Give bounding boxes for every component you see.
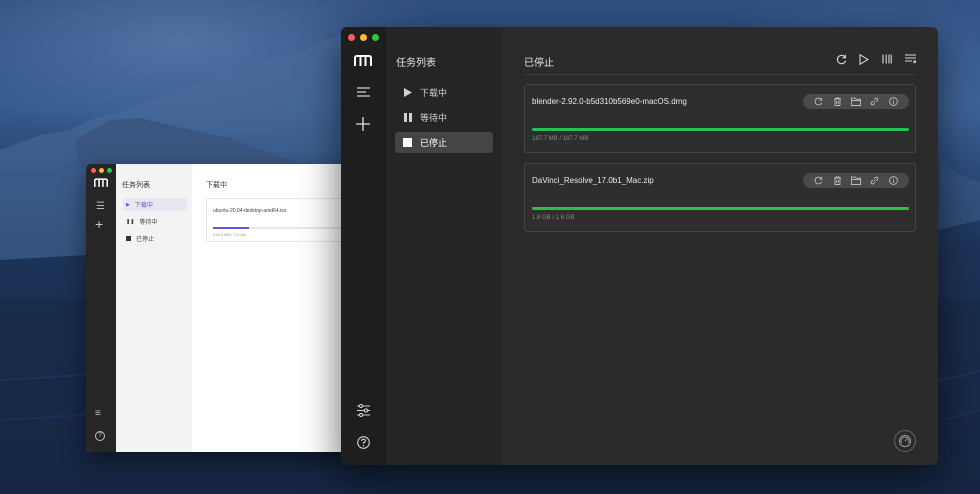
nav-title: 任务列表 bbox=[122, 182, 150, 189]
task-size: 187.7 MB / 187.7 MB bbox=[532, 136, 589, 142]
task-card[interactable]: DaVinci_Resolve_17.0b1_Mac.zip 1.6 GB / … bbox=[524, 163, 916, 232]
background-app-window[interactable]: ☰ + ≡ ? 任务列表 ▶ 下载中 ❚❚ 等待中 已停止 下载中 ubuntu… bbox=[86, 164, 376, 452]
task-progress-fill bbox=[213, 227, 249, 229]
traffic-lights bbox=[348, 34, 379, 41]
page-title: 已停止 bbox=[524, 58, 554, 69]
minimize-button[interactable] bbox=[360, 34, 367, 41]
purge-records-button[interactable] bbox=[904, 53, 916, 65]
sliders-icon bbox=[356, 403, 370, 417]
background-window-rail: ☰ + ≡ ? bbox=[86, 164, 116, 452]
speedometer-icon bbox=[898, 434, 912, 448]
nav-item-label: 等待中 bbox=[420, 113, 448, 123]
speedometer-button[interactable] bbox=[894, 430, 916, 452]
task-card[interactable]: blender-2.92.0-b5d310b569e0-macOS.dmg 18… bbox=[524, 84, 916, 153]
help-button[interactable] bbox=[352, 432, 374, 452]
motrix-logo-icon bbox=[94, 178, 108, 187]
restart-icon[interactable] bbox=[813, 97, 823, 107]
task-progress-fill bbox=[532, 128, 909, 131]
close-button[interactable] bbox=[91, 168, 96, 173]
resume-all-button[interactable] bbox=[858, 53, 870, 65]
task-actions bbox=[803, 94, 909, 109]
plus-icon bbox=[356, 117, 370, 131]
info-icon[interactable] bbox=[889, 97, 899, 107]
info-icon[interactable] bbox=[889, 176, 899, 186]
restart-icon[interactable] bbox=[813, 176, 823, 186]
play-icon: ▶ bbox=[126, 201, 130, 208]
pause-icon: ❚❚ bbox=[126, 218, 135, 225]
plus-icon[interactable]: + bbox=[95, 217, 103, 231]
nav-item-label: 下载中 bbox=[134, 203, 153, 209]
motrix-logo-icon[interactable] bbox=[354, 55, 372, 67]
close-button[interactable] bbox=[348, 34, 355, 41]
nav-item-stopped[interactable]: 已停止 bbox=[123, 232, 187, 245]
add-task-button[interactable] bbox=[352, 114, 374, 134]
play-icon bbox=[403, 88, 412, 97]
pause-all-icon bbox=[882, 54, 892, 64]
menu-icon[interactable]: ☰ bbox=[96, 201, 105, 212]
zoom-button[interactable] bbox=[372, 34, 379, 41]
nav-item-stopped[interactable]: 已停止 bbox=[395, 132, 493, 153]
header-divider bbox=[524, 74, 916, 75]
refresh-icon bbox=[836, 54, 846, 64]
folder-icon[interactable] bbox=[851, 176, 861, 186]
task-size: 618.9 MB / 2.6 GB bbox=[213, 232, 246, 237]
minimize-button[interactable] bbox=[99, 168, 104, 173]
link-icon[interactable] bbox=[870, 176, 880, 186]
main-panel: 已停止 blender-2.92.0-b5d310b569e0-macOS.dm… bbox=[503, 27, 938, 465]
menu-button[interactable] bbox=[352, 82, 374, 102]
task-name: DaVinci_Resolve_17.0b1_Mac.zip bbox=[532, 176, 654, 185]
task-actions bbox=[803, 173, 909, 188]
task-progress-bar bbox=[532, 128, 909, 131]
help-icon bbox=[356, 435, 370, 449]
app-rail bbox=[341, 27, 386, 465]
trash-icon[interactable] bbox=[832, 97, 842, 107]
nav-item-label: 已停止 bbox=[136, 237, 155, 243]
stop-icon bbox=[403, 138, 412, 147]
preferences-button[interactable] bbox=[352, 400, 374, 420]
purge-icon bbox=[904, 54, 916, 64]
menu-icon bbox=[356, 87, 370, 97]
nav-item-downloading[interactable]: 下载中 bbox=[395, 82, 493, 103]
page-title: 下载中 bbox=[206, 182, 227, 189]
refresh-button[interactable] bbox=[835, 53, 847, 65]
nav-item-waiting[interactable]: ❚❚ 等待中 bbox=[123, 215, 187, 228]
link-icon[interactable] bbox=[870, 97, 880, 107]
app-window[interactable]: 任务列表 下载中 等待中 已停止 已停止 blender-2.92.0-b5d3… bbox=[341, 27, 938, 465]
toolbar-actions bbox=[835, 53, 916, 65]
task-list-nav: 任务列表 下载中 等待中 已停止 bbox=[386, 27, 503, 465]
help-icon[interactable]: ? bbox=[95, 431, 105, 441]
stop-icon bbox=[126, 236, 131, 241]
sliders-icon[interactable]: ≡ bbox=[95, 408, 101, 419]
zoom-button[interactable] bbox=[107, 168, 112, 173]
background-window-traffic-lights bbox=[91, 168, 112, 173]
task-name: blender-2.92.0-b5d310b569e0-macOS.dmg bbox=[532, 97, 687, 106]
nav-item-label: 下载中 bbox=[420, 88, 448, 98]
nav-title: 任务列表 bbox=[396, 58, 436, 69]
background-task-nav: 任务列表 ▶ 下载中 ❚❚ 等待中 已停止 bbox=[116, 164, 192, 452]
task-name: ubuntu-20.04-desktop-amd64.iso bbox=[213, 208, 287, 214]
nav-item-label: 已停止 bbox=[420, 138, 448, 148]
pause-all-button[interactable] bbox=[881, 53, 893, 65]
nav-item-label: 等待中 bbox=[139, 220, 158, 226]
trash-icon[interactable] bbox=[832, 176, 842, 186]
task-progress-fill bbox=[532, 207, 909, 210]
resume-all-icon bbox=[859, 53, 869, 65]
nav-item-downloading[interactable]: ▶ 下载中 bbox=[123, 198, 187, 211]
task-progress-bar bbox=[532, 207, 909, 210]
nav-item-waiting[interactable]: 等待中 bbox=[395, 107, 493, 128]
folder-icon[interactable] bbox=[851, 97, 861, 107]
pause-icon bbox=[403, 113, 412, 122]
task-size: 1.6 GB / 1.6 GB bbox=[532, 215, 575, 221]
